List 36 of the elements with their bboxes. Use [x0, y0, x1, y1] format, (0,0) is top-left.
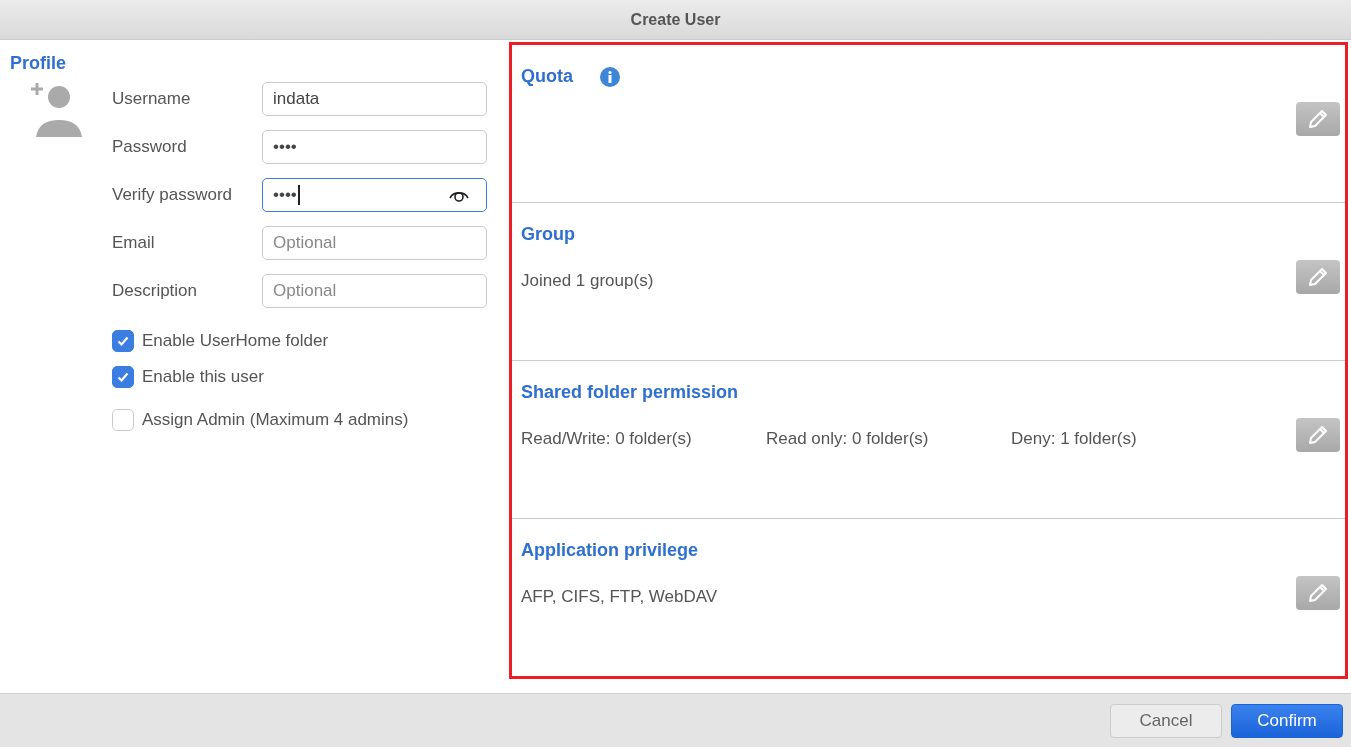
checkbox-label: Enable UserHome folder	[142, 331, 329, 351]
input-field[interactable]: indata	[262, 82, 487, 116]
input-field[interactable]: ••••	[262, 130, 487, 164]
section-detail: Joined 1 group(s)	[521, 271, 655, 291]
section-title: Shared folder permission	[521, 382, 739, 403]
edit-button[interactable]	[1296, 259, 1340, 294]
checkmark-icon	[116, 334, 130, 348]
input-field[interactable]: Optional	[262, 274, 487, 308]
section-title: Group	[521, 224, 575, 245]
section-detail: AFP, CIFS, FTP, WebDAV	[521, 587, 719, 607]
checkbox[interactable]	[112, 366, 134, 388]
field-label: Verify password	[112, 185, 233, 205]
input-field[interactable]: Optional	[262, 226, 487, 260]
input-field[interactable]: ••••	[262, 178, 487, 212]
field-label: Description	[112, 281, 199, 301]
cancel-button[interactable]: Cancel	[1110, 703, 1222, 738]
confirm-button[interactable]: Confirm	[1231, 703, 1343, 738]
checkbox[interactable]	[112, 330, 134, 352]
checkbox-label: Assign Admin (Maximum 4 admins)	[142, 410, 409, 430]
section-detail: Deny: 1 folder(s)	[1011, 429, 1138, 449]
edit-button[interactable]	[1296, 417, 1340, 452]
section-detail: Read/Write: 0 folder(s)	[521, 429, 693, 449]
section-title: Application privilege	[521, 540, 699, 561]
checkbox-label: Enable this user	[142, 367, 264, 387]
window-title: Create User	[630, 10, 721, 29]
field-label: Email	[112, 233, 156, 253]
section-detail: Read only: 0 folder(s)	[766, 429, 930, 449]
edit-button[interactable]	[1296, 101, 1340, 136]
section-title: Quota	[521, 66, 573, 87]
section-title: Profile	[10, 53, 67, 74]
checkmark-icon	[116, 370, 130, 384]
field-label: Password	[112, 137, 188, 157]
info-icon[interactable]	[600, 66, 620, 87]
edit-button[interactable]	[1296, 575, 1340, 610]
checkbox[interactable]	[112, 409, 134, 431]
field-label: Username	[112, 89, 192, 109]
